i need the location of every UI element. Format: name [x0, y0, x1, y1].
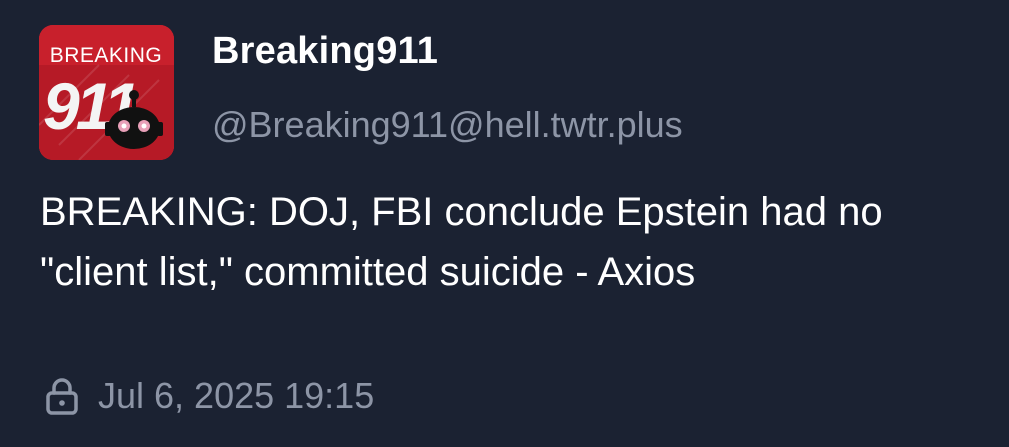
- post-timestamp[interactable]: Jul 6, 2025 19:15: [98, 375, 374, 417]
- breaking911-logo: BREAKING 911: [39, 25, 174, 160]
- post-meta: Jul 6, 2025 19:15: [40, 372, 374, 420]
- post-card: BREAKING 911 Breaking911 @Breaking911@he…: [0, 0, 1009, 447]
- post-content: BREAKING: DOJ, FBI conclude Epstein had …: [40, 190, 883, 294]
- logo-word: BREAKING: [50, 44, 163, 67]
- author-handle[interactable]: @Breaking911@hell.twtr.plus: [212, 104, 683, 146]
- author-avatar[interactable]: BREAKING 911: [39, 25, 174, 160]
- lock-icon: [44, 376, 80, 416]
- author-display-name[interactable]: Breaking911: [212, 30, 438, 73]
